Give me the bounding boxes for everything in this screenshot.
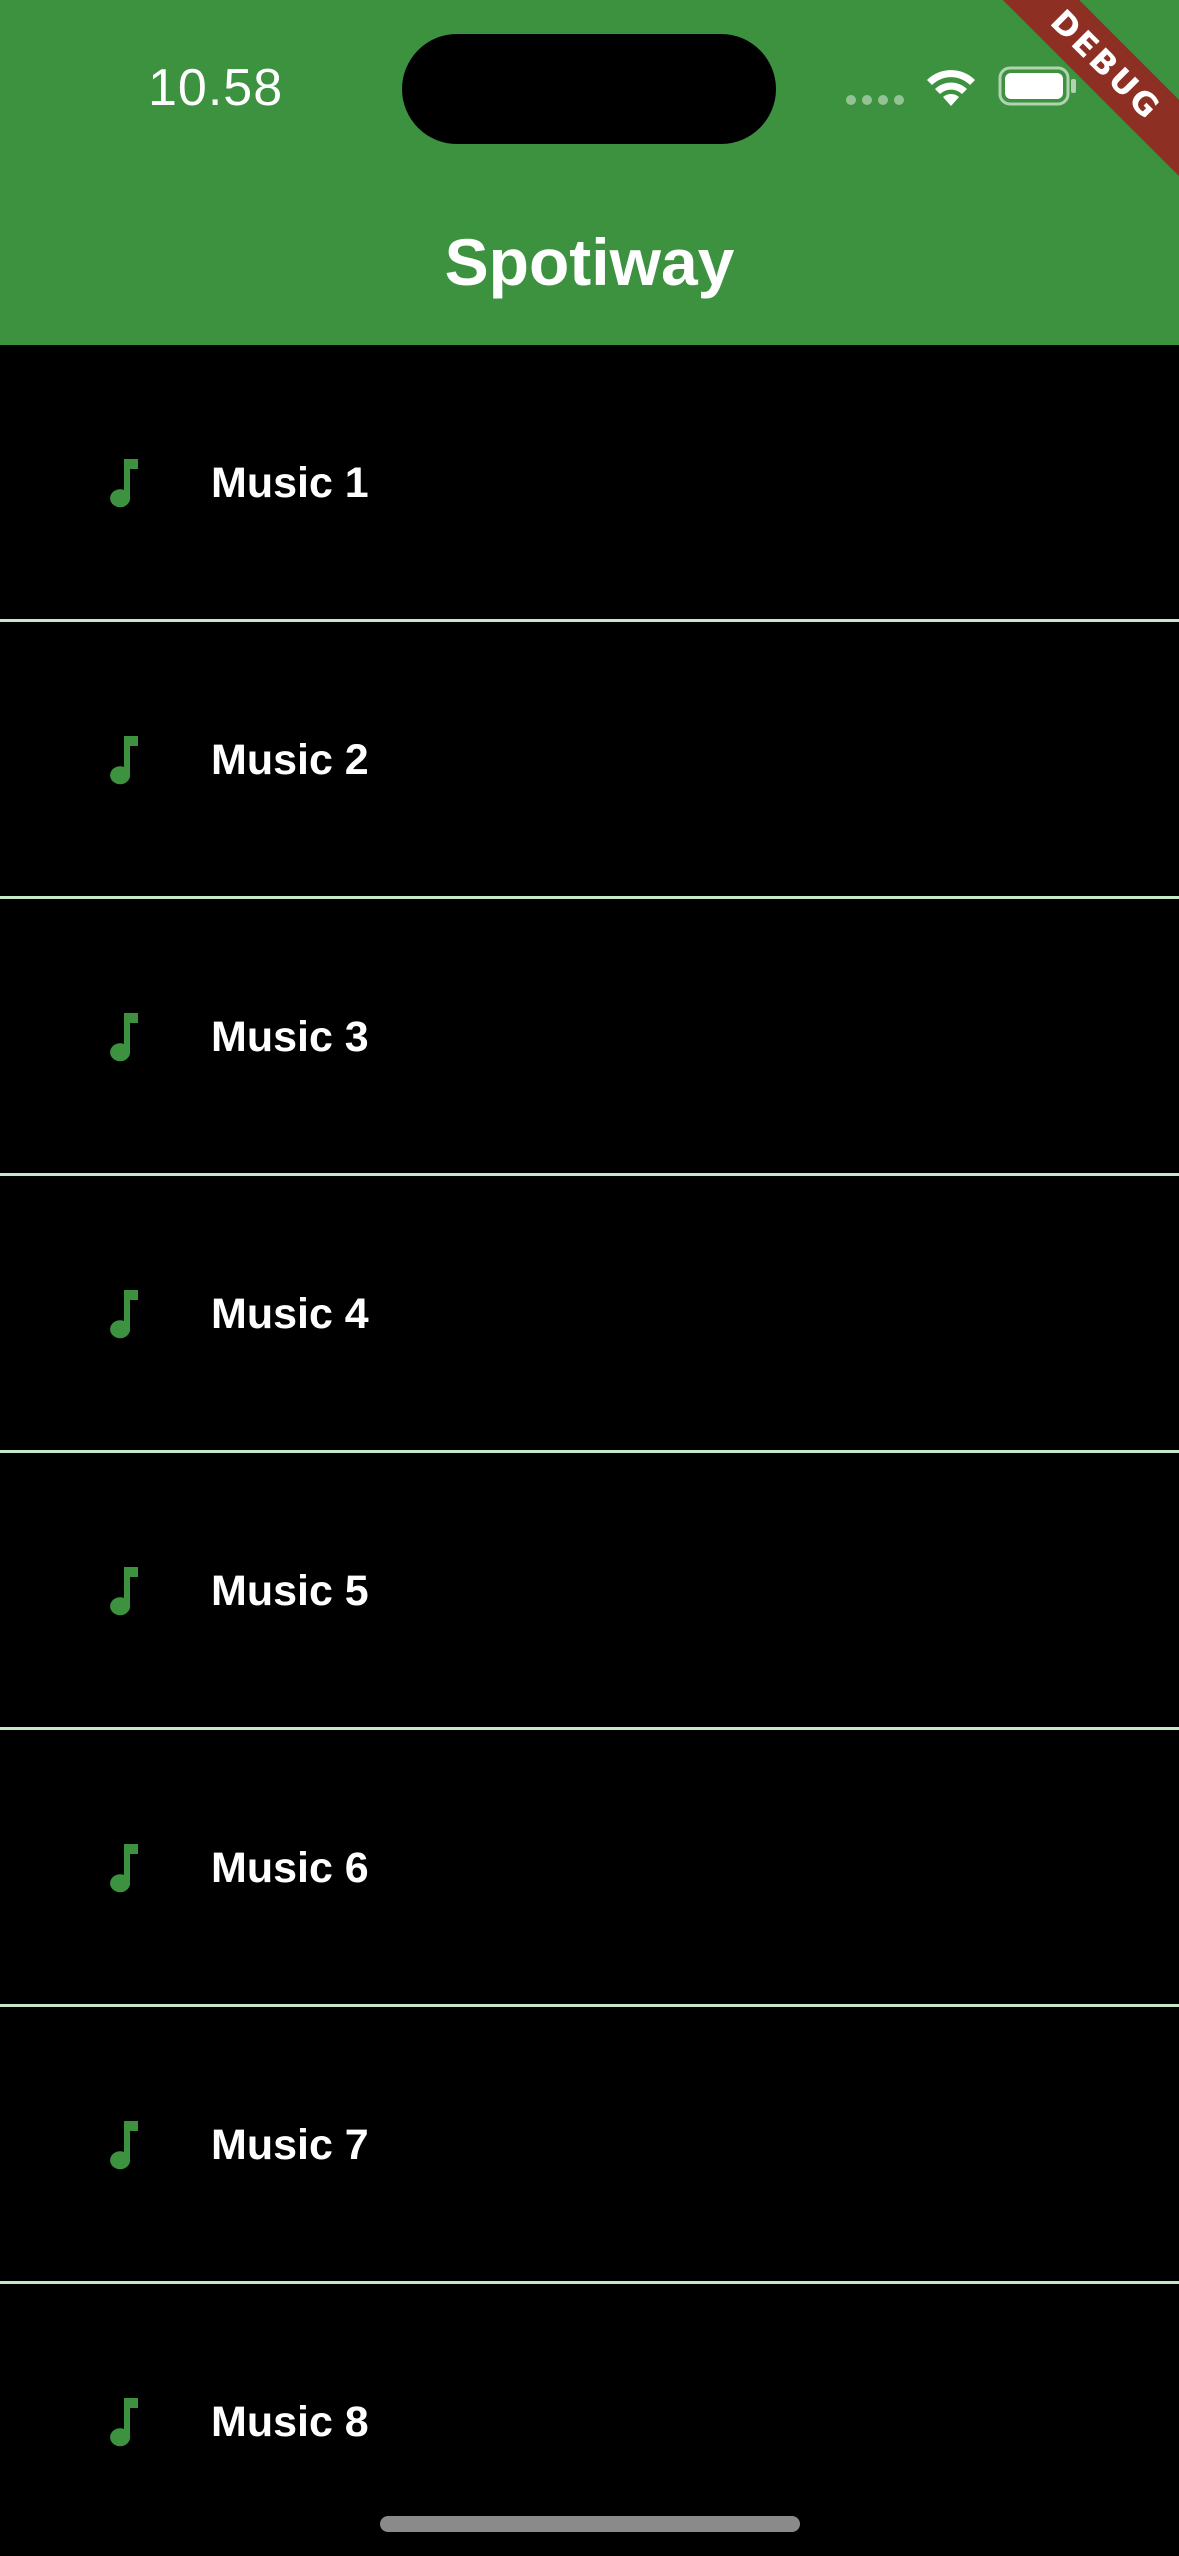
list-item[interactable]: Music 4 [0, 1176, 1179, 1453]
music-list: Music 1 Music 2 Music 3 Music 4 Music 5 … [0, 345, 1179, 2556]
page-title: Spotiway [444, 225, 735, 299]
music-title: Music 3 [211, 1013, 369, 1061]
music-note-icon [110, 2121, 138, 2170]
wifi-icon [927, 70, 975, 106]
music-title: Music 4 [211, 1290, 369, 1338]
music-title: Music 2 [211, 736, 369, 784]
music-title: Music 5 [211, 1567, 369, 1615]
dynamic-island [402, 34, 776, 144]
home-indicator[interactable] [380, 2516, 800, 2532]
list-item[interactable]: Music 1 [0, 345, 1179, 622]
list-item[interactable]: Music 3 [0, 899, 1179, 1176]
music-note-icon [110, 736, 138, 785]
music-title: Music 7 [211, 2121, 369, 2169]
music-note-icon [110, 459, 138, 508]
music-note-icon [110, 2398, 138, 2447]
list-item[interactable]: Music 5 [0, 1453, 1179, 1730]
app-screen: 10.58 DEBUG Spotiway Music 1 Music 2 Mus… [0, 0, 1179, 2556]
music-title: Music 8 [211, 2398, 369, 2446]
list-item[interactable]: Music 7 [0, 2007, 1179, 2284]
debug-banner-label: DEBUG [991, 0, 1179, 180]
music-title: Music 1 [211, 459, 369, 507]
music-note-icon [110, 1844, 138, 1893]
list-item[interactable]: Music 2 [0, 622, 1179, 899]
music-title: Music 6 [211, 1844, 369, 1892]
music-note-icon [110, 1567, 138, 1616]
cellular-signal-icon [846, 95, 906, 105]
status-bar-time: 10.58 [148, 59, 284, 117]
debug-banner: DEBUG [979, 0, 1179, 200]
music-note-icon [110, 1013, 138, 1062]
list-item[interactable]: Music 6 [0, 1730, 1179, 2007]
music-note-icon [110, 1290, 138, 1339]
app-bar: 10.58 DEBUG Spotiway [0, 0, 1179, 345]
